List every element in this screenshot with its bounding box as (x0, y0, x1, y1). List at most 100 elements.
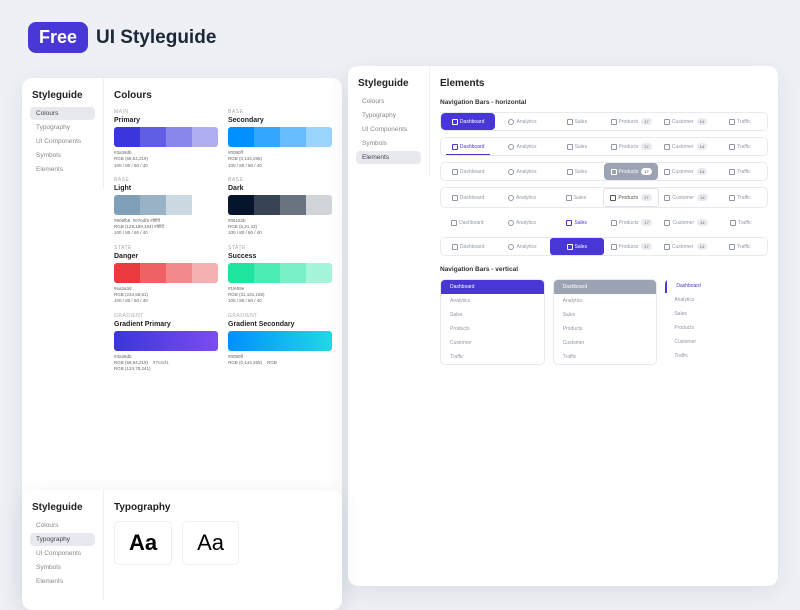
sidebar-item-elements[interactable]: Elements (30, 575, 95, 588)
nav-item-traffic[interactable]: Traffic (713, 113, 767, 130)
nav-item-customer[interactable]: Customer14 (658, 163, 712, 180)
nav-item-products[interactable]: Products17 (603, 188, 659, 207)
nav-item-customer[interactable]: Customer14 (658, 138, 712, 155)
sales-icon (566, 195, 572, 201)
traffic-icon (729, 244, 735, 250)
sidebar-item-ui-components[interactable]: UI Components (356, 123, 421, 136)
traffic-icon (729, 169, 735, 175)
nav-item-traffic[interactable]: Traffic (713, 238, 767, 255)
nav-item-sales[interactable]: Sales (665, 307, 768, 321)
nav-badge: 17 (641, 243, 651, 250)
nav-item-dashboard[interactable]: Dashboard (441, 138, 495, 155)
analytics-icon (508, 195, 514, 201)
styleguide-elements-panel: Styleguide Colours Typography UI Compone… (348, 66, 778, 586)
nav-item-traffic[interactable]: Traffic (713, 214, 768, 231)
nav-item-analytics[interactable]: Analytics (495, 214, 550, 231)
nav-item-sales[interactable]: Sales (550, 163, 604, 180)
swatch-label: STATE (114, 245, 218, 251)
swatch-meta: #1fe59eRGB (31,181,158)100 / 80 / 60 / 4… (228, 286, 332, 305)
nav-item-products[interactable]: Products17 (604, 113, 658, 130)
nav-item-dashboard[interactable]: Dashboard (441, 113, 495, 130)
nav-item-products[interactable]: Products17 (604, 163, 658, 180)
nav-item-traffic[interactable]: Traffic (713, 163, 767, 180)
nav-item-traffic[interactable]: Traffic (713, 138, 767, 155)
nav-badge: 14 (697, 194, 707, 201)
sidebar-item-ui-components[interactable]: UI Components (30, 547, 95, 560)
sidebar-item-colours[interactable]: Colours (356, 95, 421, 108)
swatch-name: Primary (114, 117, 218, 124)
swatch-meta: #ea3a3dRGB (234,58,61)100 / 80 / 60 / 40 (114, 286, 218, 305)
sidebar-item-symbols[interactable]: Symbols (356, 137, 421, 150)
products-icon (611, 144, 617, 150)
sidebar-title: Styleguide (30, 90, 95, 101)
sidebar-item-typography[interactable]: Typography (30, 533, 95, 546)
nav-item-customer[interactable]: Customer (665, 335, 768, 349)
nav-badge: 17 (641, 168, 651, 175)
nav-item-customer[interactable]: Customer (554, 336, 657, 350)
sales-icon (567, 119, 573, 125)
swatch-meta: #06152bRGB (6,21,43)100 / 80 / 60 / 40 (228, 218, 332, 237)
nav-item-traffic[interactable]: Traffic (554, 350, 657, 364)
swatch-meta: #3a36dbRGB (58,54,219)100 / 80 / 60 / 40 (114, 150, 218, 169)
nav-item-sales[interactable]: Sales (550, 113, 604, 130)
swatch-meta: #0090ffRGB (0,144,255)100 / 80 / 60 / 40 (228, 150, 332, 169)
nav-item-analytics[interactable]: Analytics (495, 138, 549, 155)
swatch-name: Gradient Secondary (228, 321, 332, 328)
elements-main: Elements Navigation Bars - horizontal Da… (430, 66, 778, 377)
sidebar-item-elements[interactable]: Elements (30, 163, 95, 176)
products-icon (611, 244, 617, 250)
nav-item-sales[interactable]: Sales (441, 308, 544, 322)
nav-item-analytics[interactable]: Analytics (495, 113, 549, 130)
nav-item-dashboard[interactable]: Dashboard (441, 280, 544, 294)
nav-item-sales[interactable]: Sales (554, 308, 657, 322)
nav-badge: 17 (641, 219, 651, 226)
nav-item-analytics[interactable]: Analytics (495, 163, 549, 180)
swatch-gradient-primary: GRADIENT Gradient Primary #3a36dbRGB (58… (114, 313, 218, 373)
nav-item-dashboard[interactable]: Dashboard (441, 163, 495, 180)
nav-item-traffic[interactable]: Traffic (441, 350, 544, 364)
nav-item-customer[interactable]: Customer14 (659, 214, 714, 231)
nav-item-analytics[interactable]: Analytics (441, 294, 544, 308)
nav-item-products[interactable]: Products17 (604, 214, 659, 231)
nav-item-products[interactable]: Products17 (604, 138, 658, 155)
nav-item-products[interactable]: Products (554, 322, 657, 336)
nav-item-sales[interactable]: Sales (550, 238, 604, 255)
sidebar-item-colours[interactable]: Colours (30, 107, 95, 120)
nav-horizontal-title: Navigation Bars - horizontal (440, 99, 768, 106)
nav-item-customer[interactable]: Customer14 (658, 238, 712, 255)
typography-title: Typography (114, 502, 332, 513)
nav-item-products[interactable]: Products17 (604, 238, 658, 255)
sidebar-title: Styleguide (30, 502, 95, 513)
nav-item-customer[interactable]: Customer (441, 336, 544, 350)
nav-item-products[interactable]: Products (441, 322, 544, 336)
nav-item-sales[interactable]: Sales (549, 188, 603, 207)
nav-item-dashboard[interactable]: Dashboard (441, 188, 495, 207)
nav-item-products[interactable]: Products (665, 321, 768, 335)
nav-item-customer[interactable]: Customer14 (658, 113, 712, 130)
sidebar-item-elements[interactable]: Elements (356, 151, 421, 164)
nav-item-analytics[interactable]: Analytics (495, 188, 549, 207)
nav-item-dashboard[interactable]: Dashboard (665, 279, 768, 293)
nav-item-dashboard[interactable]: Dashboard (554, 280, 657, 294)
customer-icon (664, 195, 670, 201)
nav-item-analytics[interactable]: Analytics (495, 238, 549, 255)
nav-item-dashboard[interactable]: Dashboard (441, 238, 495, 255)
sidebar-item-colours[interactable]: Colours (30, 519, 95, 532)
sidebar-item-symbols[interactable]: Symbols (30, 149, 95, 162)
traffic-icon (729, 195, 735, 201)
nav-item-analytics[interactable]: Analytics (665, 293, 768, 307)
sidebar-item-typography[interactable]: Typography (30, 121, 95, 134)
sidebar-item-ui-components[interactable]: UI Components (30, 135, 95, 148)
nav-item-dashboard[interactable]: Dashboard (440, 214, 495, 231)
sidebar-item-typography[interactable]: Typography (356, 109, 421, 122)
nav-item-sales[interactable]: Sales (550, 138, 604, 155)
sidebar-item-symbols[interactable]: Symbols (30, 561, 95, 574)
nav-item-sales[interactable]: Sales (549, 214, 604, 231)
nav-item-traffic[interactable]: Traffic (665, 349, 768, 363)
nav-item-analytics[interactable]: Analytics (554, 294, 657, 308)
dashboard-icon (452, 244, 458, 250)
nav-item-customer[interactable]: Customer14 (659, 188, 713, 207)
products-icon (611, 220, 617, 226)
nav-bar-horizontal-5: DashboardAnalyticsSalesProducts17Custome… (440, 237, 768, 256)
nav-item-traffic[interactable]: Traffic (713, 188, 767, 207)
